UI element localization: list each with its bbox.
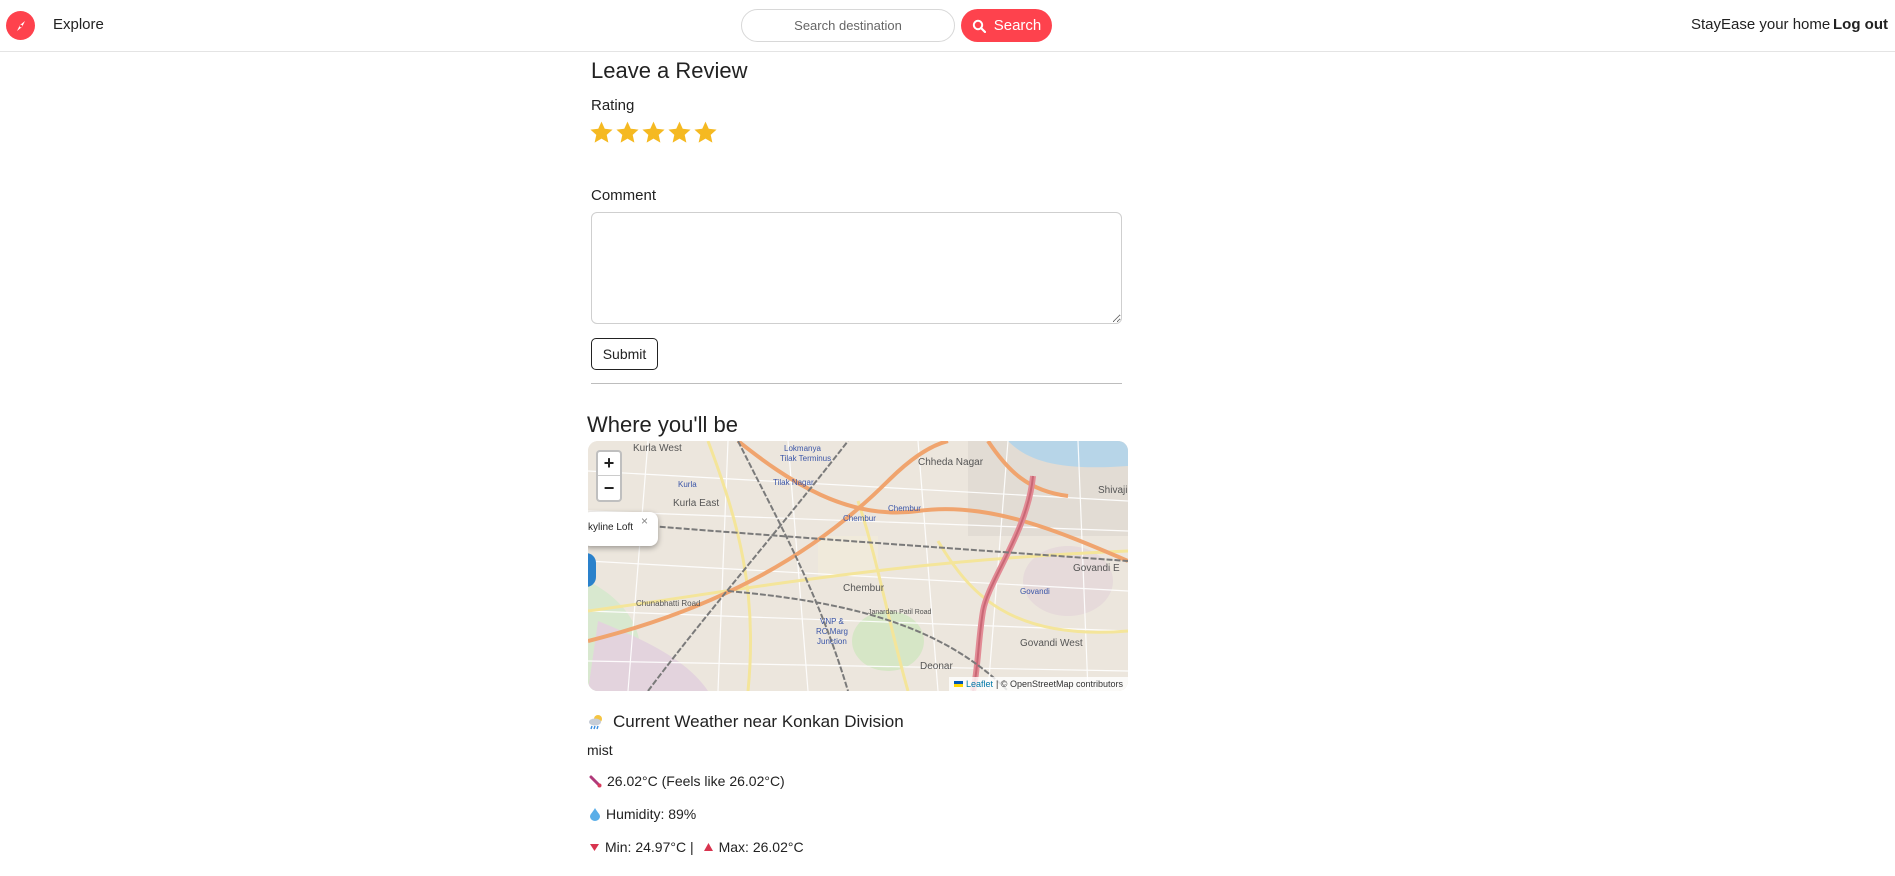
map-label: Govandi E	[1073, 563, 1120, 574]
map-label: Shivaji	[1098, 485, 1127, 496]
nav-explore-link[interactable]: Explore	[53, 16, 104, 33]
map-tiles: Kurla West Lokmanya Tilak Terminus Chhed…	[588, 441, 1128, 691]
min-temp-text: Min: 24.97°C |	[605, 839, 694, 855]
map-label: Govandi West	[1020, 638, 1083, 649]
star-icon[interactable]	[693, 119, 718, 146]
map-label: Chembur	[888, 504, 921, 513]
weather-title: Current Weather near Konkan Division	[587, 712, 904, 732]
map-label: Chunabhatti Road	[636, 599, 701, 608]
map-popup-text: kyline Loft	[588, 522, 634, 533]
max-temp-text: Max: 26.02°C	[718, 839, 804, 855]
map-label: Chheda Nagar	[918, 457, 984, 468]
comment-label: Comment	[591, 187, 657, 204]
osm-attribution-text: | © OpenStreetMap contributors	[995, 679, 1123, 689]
map-label: Govandi	[1020, 587, 1050, 596]
zoom-in-button[interactable]: +	[598, 452, 620, 476]
triangle-up-icon	[703, 843, 713, 851]
droplet-icon	[590, 808, 600, 821]
map-label: Tilak Terminus	[780, 454, 831, 463]
submit-review-button[interactable]: Submit	[591, 338, 658, 370]
star-icon[interactable]	[641, 119, 666, 146]
map-label: Kurla West	[633, 443, 682, 454]
map-label: Kurla	[678, 480, 697, 489]
map-attribution: Leaflet | © OpenStreetMap contributors	[948, 677, 1128, 691]
weather-min-max: Min: 24.97°C | Max: 26.02°C	[589, 839, 804, 855]
map-label: Chembur	[843, 583, 885, 594]
compass-logo-icon[interactable]	[6, 11, 35, 40]
weather-description: mist	[587, 742, 613, 758]
map-section-title: Where you'll be	[587, 412, 738, 437]
map-label: VNP &	[820, 617, 845, 626]
rating-label: Rating	[591, 97, 635, 114]
ukraine-flag-icon	[953, 681, 963, 687]
search-button[interactable]: Search	[961, 9, 1052, 42]
search-input[interactable]	[741, 9, 955, 42]
map-label: Chembur	[843, 514, 876, 523]
location-map[interactable]: Kurla West Lokmanya Tilak Terminus Chhed…	[588, 441, 1128, 691]
humidity-text: Humidity: 89%	[606, 806, 697, 822]
weather-title-text: Current Weather near Konkan Division	[613, 712, 904, 731]
leaflet-link[interactable]: Leaflet	[966, 679, 993, 689]
star-icon[interactable]	[589, 119, 614, 146]
section-divider	[591, 383, 1122, 384]
map-label: Junction	[817, 637, 847, 646]
nav-logout-link[interactable]: Log out	[1833, 16, 1888, 33]
search-button-label: Search	[993, 17, 1042, 34]
map-label: Kurla East	[673, 498, 719, 509]
search-icon	[972, 19, 986, 33]
map-popup: kyline Loft ×	[588, 512, 658, 546]
popup-close-icon[interactable]: ×	[641, 515, 653, 527]
nav-host-link[interactable]: StayEase your home	[1691, 16, 1830, 33]
star-rating	[589, 119, 718, 146]
rain-cloud-icon	[589, 715, 602, 730]
comment-textarea[interactable]	[591, 212, 1122, 324]
triangle-down-icon	[590, 844, 599, 851]
star-icon[interactable]	[615, 119, 640, 146]
review-section-title: Leave a Review	[591, 58, 748, 83]
map-label: Tilak Nagar	[773, 478, 814, 487]
weather-temperature: 26.02°C (Feels like 26.02°C)	[589, 773, 785, 789]
weather-humidity: Humidity: 89%	[589, 806, 696, 822]
map-label: RC Marg	[816, 627, 848, 636]
zoom-out-button[interactable]: −	[598, 476, 620, 500]
map-label: Lokmanya	[784, 444, 821, 453]
map-zoom-control: + −	[596, 450, 622, 502]
star-icon[interactable]	[667, 119, 692, 146]
map-label: Deonar	[920, 661, 953, 672]
map-label: Janardan Patil Road	[868, 609, 932, 616]
thermometer-icon	[589, 775, 602, 787]
navbar: Explore Search StayEase your home Log ou…	[0, 0, 1895, 52]
temperature-text: 26.02°C (Feels like 26.02°C)	[607, 773, 785, 789]
